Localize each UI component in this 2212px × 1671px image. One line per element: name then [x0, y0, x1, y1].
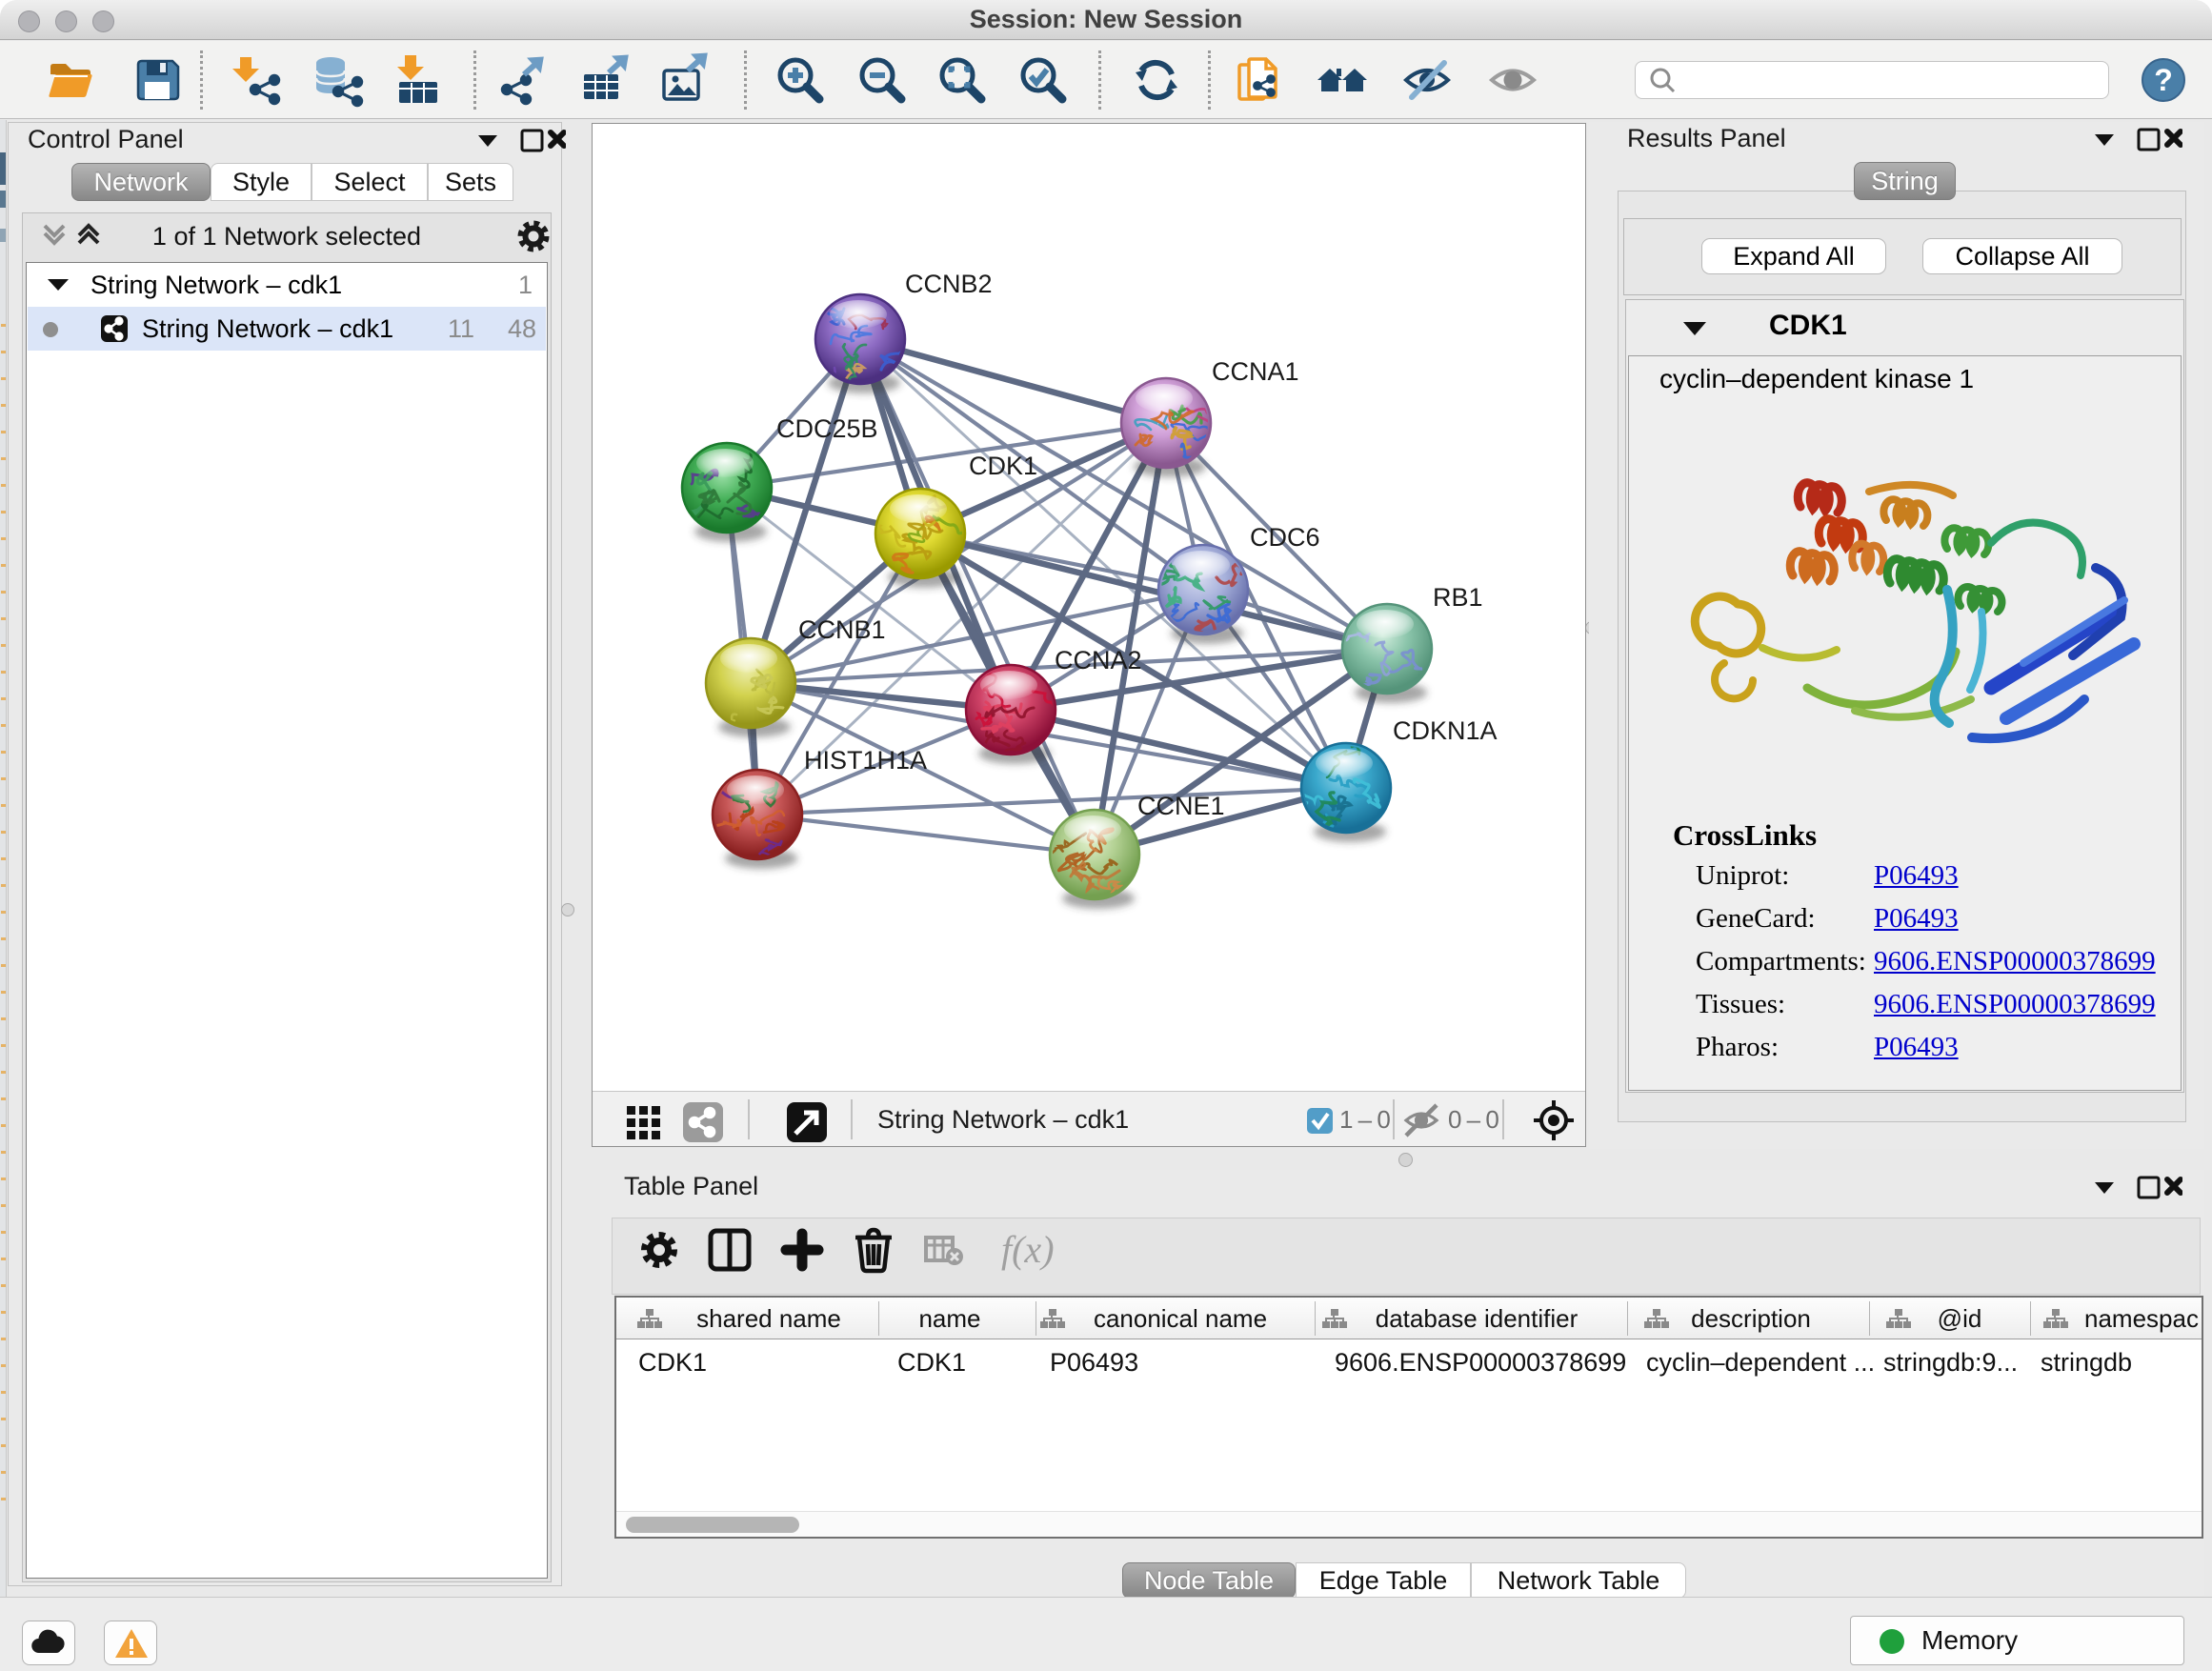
svg-text:CCNA2: CCNA2 — [1055, 646, 1142, 674]
svg-text:CCNA1: CCNA1 — [1212, 357, 1299, 386]
svg-text:CDC25B: CDC25B — [776, 414, 878, 443]
svg-text:RB1: RB1 — [1433, 583, 1483, 612]
svg-text:1 – 0: 1 – 0 — [1339, 1105, 1391, 1134]
svg-text:0 – 0: 0 – 0 — [1448, 1105, 1499, 1134]
svg-text:1 of 1 Network selected: 1 of 1 Network selected — [152, 222, 421, 251]
svg-text:CCNB2: CCNB2 — [905, 270, 993, 298]
svg-text:CCNE1: CCNE1 — [1137, 792, 1225, 820]
svg-text:String Network – cdk1: String Network – cdk1 — [877, 1105, 1129, 1134]
svg-text:CDC6: CDC6 — [1250, 523, 1320, 552]
svg-text:CDKN1A: CDKN1A — [1393, 716, 1498, 745]
svg-text:CCNB1: CCNB1 — [798, 615, 886, 644]
svg-text:HIST1H1A: HIST1H1A — [804, 746, 927, 775]
svg-text:?: ? — [2154, 63, 2173, 97]
svg-text:CDK1: CDK1 — [969, 452, 1037, 480]
svg-text:f(x): f(x) — [1001, 1228, 1055, 1271]
